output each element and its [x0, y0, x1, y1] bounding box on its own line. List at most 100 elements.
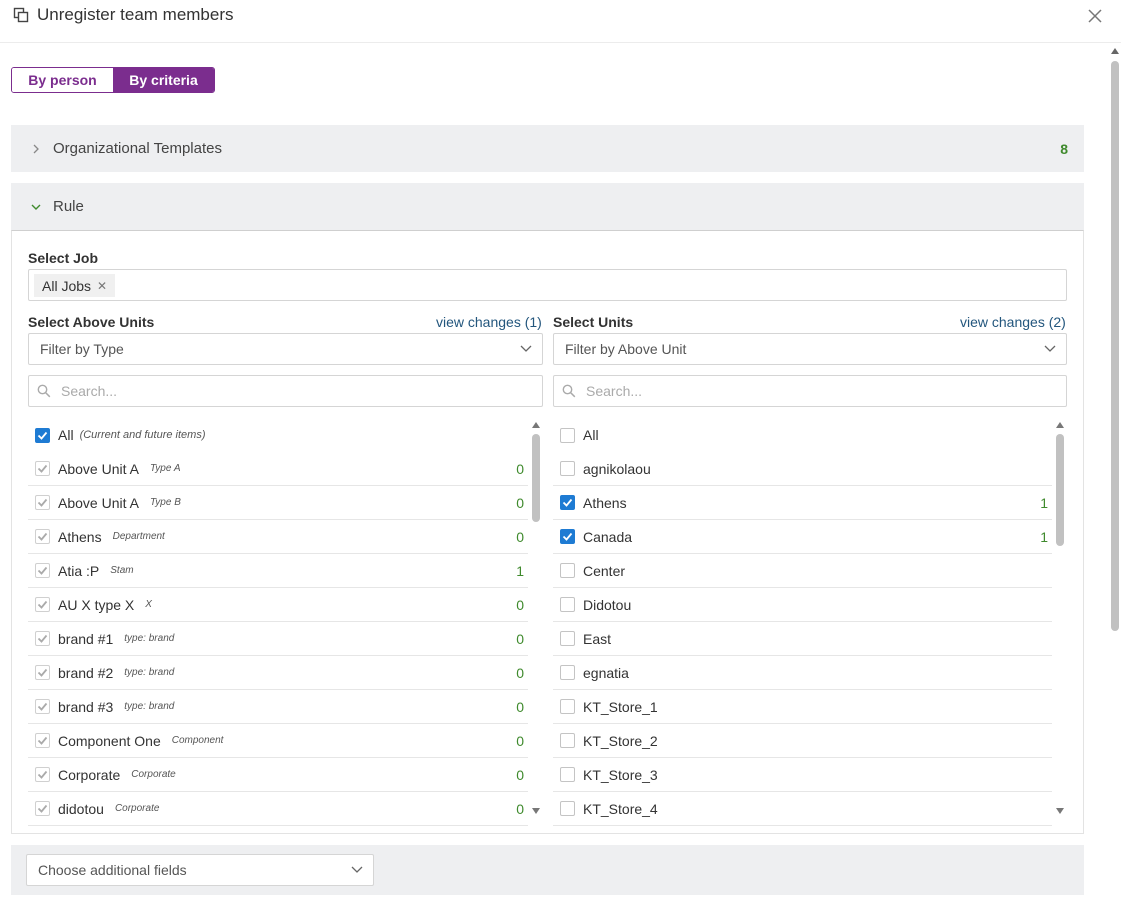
- by-person-button[interactable]: By person: [12, 68, 113, 92]
- scrollbar-thumb[interactable]: [1056, 434, 1064, 546]
- unit-row[interactable]: Center: [553, 554, 1052, 588]
- checkbox[interactable]: [35, 801, 50, 816]
- checkbox[interactable]: [35, 733, 50, 748]
- above-unit-row[interactable]: didotou Corporate 0: [28, 792, 528, 826]
- above-unit-row[interactable]: Corporate Corporate 0: [28, 758, 528, 792]
- unit-name: didotou: [58, 800, 104, 817]
- unit-row[interactable]: Canada 1: [553, 520, 1052, 554]
- unit-row[interactable]: agnikolaou: [553, 452, 1052, 486]
- above-unit-row[interactable]: Above Unit A Type A 0: [28, 452, 528, 486]
- unit-row[interactable]: KT_Store_3: [553, 758, 1052, 792]
- scroll-up-arrow[interactable]: [1056, 422, 1064, 428]
- filter-by-type-value: Filter by Type: [40, 341, 124, 357]
- scroll-up-arrow[interactable]: [532, 422, 540, 428]
- org-templates-panel: Organizational Templates 8: [11, 125, 1084, 172]
- unit-name: brand #1: [58, 630, 114, 647]
- checkbox[interactable]: [560, 427, 575, 443]
- above-units-search-input[interactable]: Search...: [28, 375, 543, 407]
- org-templates-count: 8: [1060, 140, 1068, 157]
- checkmark-icon: [37, 770, 48, 779]
- checkbox[interactable]: [35, 427, 50, 443]
- checkmark-icon: [37, 736, 48, 745]
- checkmark-icon: [37, 498, 48, 507]
- checkbox[interactable]: [560, 495, 575, 510]
- select-job-label: Select Job: [28, 250, 99, 266]
- additional-fields-select[interactable]: Choose additional fields: [26, 854, 374, 886]
- above-unit-row[interactable]: AU X type X X 0: [28, 588, 528, 622]
- select-above-units-label: Select Above Units: [28, 314, 155, 330]
- unit-row[interactable]: East: [553, 622, 1052, 656]
- filter-by-type-select[interactable]: Filter by Type: [28, 333, 543, 365]
- checkbox[interactable]: [35, 597, 50, 612]
- checkbox[interactable]: [35, 563, 50, 578]
- scrollbar-thumb[interactable]: [1111, 61, 1119, 631]
- units-view-changes-link[interactable]: view changes (2): [960, 314, 1066, 330]
- scroll-down-arrow[interactable]: [1056, 808, 1064, 814]
- unit-type: type: brand: [124, 633, 175, 644]
- above-units-scrollbar[interactable]: [531, 418, 541, 818]
- checkbox[interactable]: [35, 699, 50, 714]
- window-copy-icon: [13, 7, 29, 23]
- checkbox[interactable]: [560, 563, 575, 578]
- checkmark-icon: [37, 804, 48, 813]
- close-icon[interactable]: [1086, 7, 1104, 25]
- checkbox[interactable]: [35, 631, 50, 646]
- checkbox[interactable]: [35, 461, 50, 476]
- units-list: All agnikolaou Athens 1 Canada 1 Center Didoto…: [553, 418, 1052, 831]
- rule-header[interactable]: Rule: [11, 183, 1084, 230]
- unit-name: Canada: [583, 528, 633, 545]
- checkbox[interactable]: [560, 597, 575, 612]
- unit-name: egnatia: [583, 664, 629, 681]
- search-icon: [562, 384, 576, 398]
- member-count: 0: [516, 698, 524, 715]
- remove-tag-icon[interactable]: ✕: [97, 279, 107, 293]
- checkbox[interactable]: [35, 529, 50, 544]
- job-tag-input[interactable]: All Jobs ✕: [28, 269, 1067, 301]
- by-criteria-button[interactable]: By criteria: [113, 68, 214, 92]
- unit-row[interactable]: egnatia: [553, 656, 1052, 690]
- checkbox[interactable]: [35, 767, 50, 782]
- above-unit-row[interactable]: Atia :P Stam 1: [28, 554, 528, 588]
- filter-by-above-unit-select[interactable]: Filter by Above Unit: [553, 333, 1067, 365]
- all-label: All: [58, 427, 74, 443]
- scroll-up-arrow[interactable]: [1111, 48, 1119, 54]
- checkbox[interactable]: [560, 665, 575, 680]
- unit-row[interactable]: KT_Store_1: [553, 690, 1052, 724]
- unit-name: brand #3: [58, 698, 114, 715]
- checkbox[interactable]: [560, 529, 575, 544]
- unit-type: type: brand: [124, 667, 175, 678]
- above-unit-row[interactable]: brand #1 type: brand 0: [28, 622, 528, 656]
- unit-row[interactable]: Athens 1: [553, 486, 1052, 520]
- checkmark-icon: [37, 634, 48, 643]
- unit-row[interactable]: KT_Store_4: [553, 792, 1052, 826]
- units-scrollbar[interactable]: [1055, 418, 1065, 818]
- above-unit-row[interactable]: Athens Department 0: [28, 520, 528, 554]
- checkbox[interactable]: [560, 631, 575, 646]
- scroll-down-arrow[interactable]: [532, 808, 540, 814]
- above-unit-row[interactable]: Component One Component 0: [28, 724, 528, 758]
- scrollbar-thumb[interactable]: [532, 434, 540, 522]
- unit-name: East: [583, 630, 612, 647]
- above-units-view-changes-link[interactable]: view changes (1): [436, 314, 542, 330]
- units-search-input[interactable]: Search...: [553, 375, 1067, 407]
- above-unit-row[interactable]: brand #3 type: brand 0: [28, 690, 528, 724]
- page-scrollbar[interactable]: [1108, 44, 1121, 898]
- checkbox[interactable]: [560, 733, 575, 748]
- checkbox[interactable]: [35, 665, 50, 680]
- unit-row[interactable]: Didotou: [553, 588, 1052, 622]
- checkmark-icon: [37, 566, 48, 575]
- rule-panel: Rule: [11, 183, 1084, 230]
- org-templates-header[interactable]: Organizational Templates 8: [11, 125, 1084, 172]
- checkmark-icon: [37, 431, 48, 440]
- unit-row[interactable]: KT_Store_2: [553, 724, 1052, 758]
- checkbox[interactable]: [35, 495, 50, 510]
- above-unit-row[interactable]: brand #2 type: brand 0: [28, 656, 528, 690]
- checkbox[interactable]: [560, 699, 575, 714]
- units-all-row[interactable]: All: [553, 418, 1052, 452]
- above-unit-row[interactable]: Above Unit A Type B 0: [28, 486, 528, 520]
- checkbox[interactable]: [560, 767, 575, 782]
- checkbox[interactable]: [560, 801, 575, 816]
- rule-label: Rule: [53, 198, 84, 215]
- above-units-all-row[interactable]: All (Current and future items): [28, 418, 528, 452]
- checkbox[interactable]: [560, 461, 575, 476]
